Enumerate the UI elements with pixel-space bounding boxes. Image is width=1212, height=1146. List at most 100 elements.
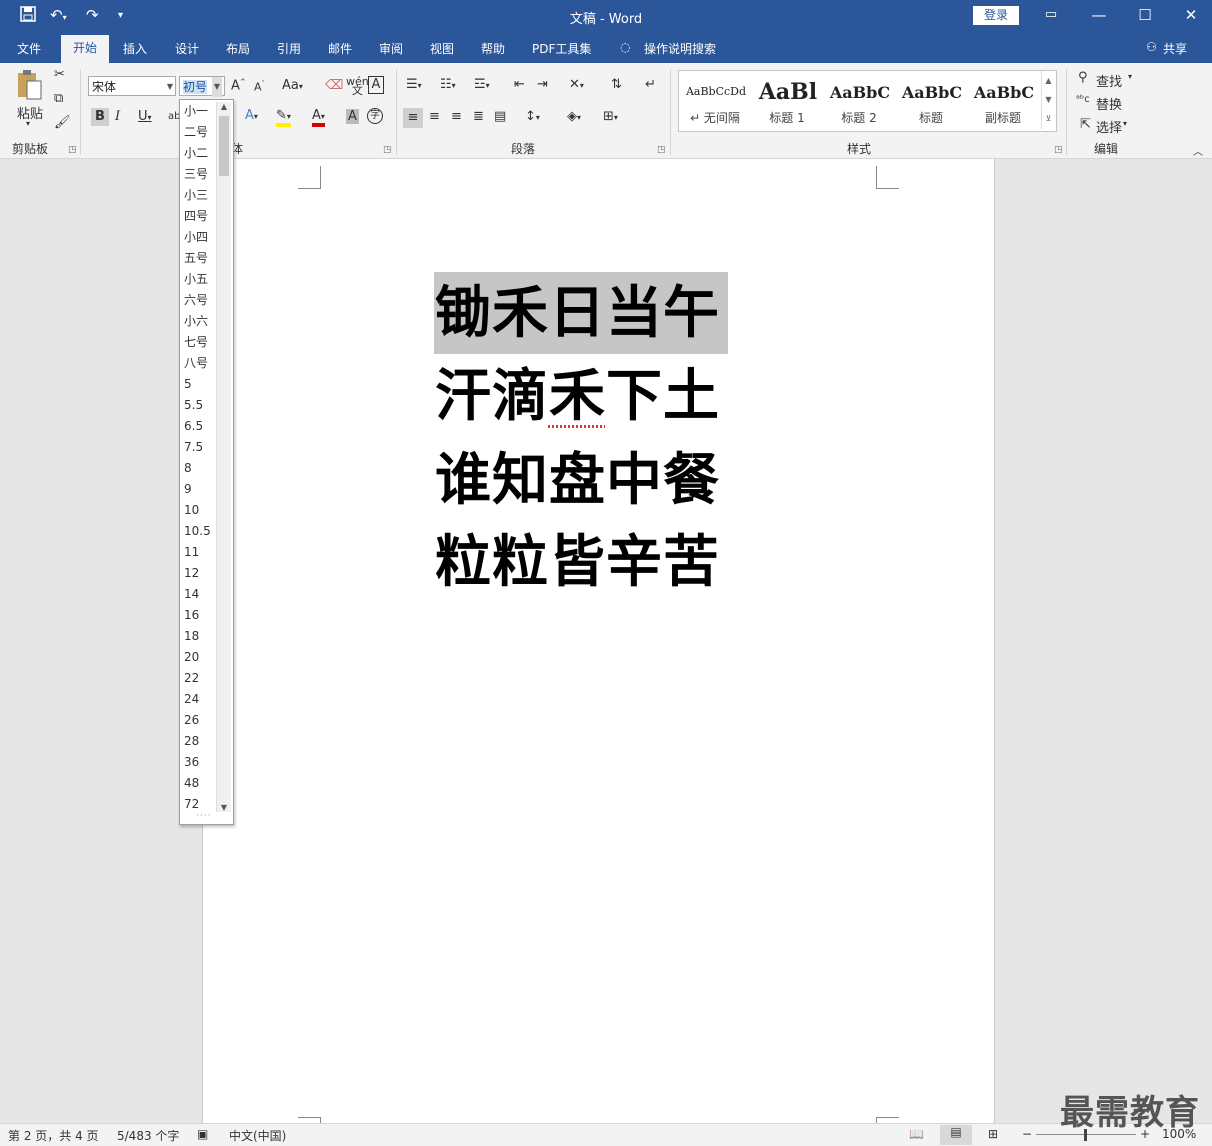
font-size-option[interactable]: 六号 <box>184 290 220 311</box>
font-size-option[interactable]: 26 <box>184 710 220 731</box>
chevron-down-icon[interactable]: ▾ <box>1123 119 1127 128</box>
font-size-option[interactable]: 三号 <box>184 164 220 185</box>
font-size-option[interactable]: 小一 <box>184 101 220 122</box>
font-size-dropdown[interactable]: 小一 二号 小二 三号 小三 四号 小四 五号 小五 六号 小六 七号 八号 5 5.5 6.5 7.5 8 9 10… <box>179 99 234 825</box>
find-icon[interactable]: ⚲ <box>1078 70 1088 85</box>
font-size-option[interactable]: 12 <box>184 563 220 584</box>
distributed-icon[interactable]: ▤ <box>494 109 506 124</box>
justify-icon[interactable]: ≣ <box>473 109 484 124</box>
collapse-ribbon-icon[interactable]: ︿ <box>1193 143 1203 158</box>
font-size-option[interactable]: 小六 <box>184 311 220 332</box>
tab-review[interactable]: 审阅 <box>379 40 403 57</box>
font-size-option[interactable]: 8 <box>184 458 220 479</box>
format-painter-icon[interactable]: 🖌 <box>54 115 71 130</box>
shrink-font-icon[interactable]: Aˇ <box>254 80 265 94</box>
underline-icon[interactable]: U▾ <box>138 109 152 124</box>
paste-dropdown-icon[interactable]: ▾ <box>26 119 30 128</box>
font-size-option[interactable]: 20 <box>184 647 220 668</box>
share-button[interactable]: 共享 <box>1163 40 1187 57</box>
login-button[interactable]: 登录 <box>973 6 1019 25</box>
style-title[interactable]: AaBbC 标题 <box>895 71 967 129</box>
italic-icon[interactable]: I <box>115 109 120 124</box>
page-indicator[interactable]: 第 2 页，共 4 页 <box>8 1127 99 1144</box>
clipboard-launcher-icon[interactable]: ◳ <box>68 145 77 155</box>
scrollbar-thumb[interactable] <box>219 116 229 176</box>
maximize-icon[interactable]: ☐ <box>1130 4 1160 28</box>
font-size-option[interactable]: 11 <box>184 542 220 563</box>
grow-font-icon[interactable]: A^ <box>231 78 246 93</box>
font-size-option[interactable]: 10 <box>184 500 220 521</box>
poem-line-2[interactable]: 汗滴禾下土 <box>435 356 720 436</box>
increase-indent-icon[interactable]: ⇥ <box>537 77 548 92</box>
gallery-expand-icon[interactable]: ⊻ <box>1042 109 1055 128</box>
poem-line-3[interactable]: 谁知盘中餐 <box>435 440 720 520</box>
font-size-option[interactable]: 14 <box>184 584 220 605</box>
find-button[interactable]: 查找 <box>1096 71 1122 90</box>
select-icon[interactable]: ⇱ <box>1080 117 1091 132</box>
font-size-option[interactable]: 6.5 <box>184 416 220 437</box>
word-count[interactable]: 5/483 个字 <box>117 1127 179 1144</box>
bullets-icon[interactable]: ☰▾ <box>406 77 422 92</box>
tab-design[interactable]: 设计 <box>175 40 199 57</box>
font-size-option[interactable]: 5.5 <box>184 395 220 416</box>
document-page[interactable]: 锄禾日当午 汗滴禾下土 谁知盘中餐 粒粒皆辛苦 <box>202 159 995 1140</box>
numbering-icon[interactable]: ☷▾ <box>440 77 456 92</box>
chevron-down-icon[interactable]: ▼ <box>212 77 222 97</box>
minimize-icon[interactable]: — <box>1084 4 1114 28</box>
tab-insert[interactable]: 插入 <box>123 40 147 57</box>
font-size-option[interactable]: 48 <box>184 773 220 794</box>
chevron-up-icon[interactable]: ▲ <box>1042 71 1055 90</box>
style-subtitle[interactable]: AaBbC 副标题 <box>967 71 1039 129</box>
select-button[interactable]: 选择 <box>1096 117 1122 136</box>
enclose-characters-icon[interactable]: 字 <box>367 108 383 124</box>
font-size-option[interactable]: 八号 <box>184 353 220 374</box>
replace-button[interactable]: 替换 <box>1096 94 1122 113</box>
bold-icon[interactable]: B <box>91 108 109 126</box>
borders-icon[interactable]: ⊞▾ <box>603 109 618 124</box>
show-marks-icon[interactable]: ↵ <box>645 77 656 92</box>
character-shading-icon[interactable]: A <box>346 109 359 124</box>
tab-mailings[interactable]: 邮件 <box>328 40 352 57</box>
font-name-box[interactable]: 宋体 ▼ <box>88 76 176 96</box>
proofing-icon[interactable]: ▣ <box>197 1127 208 1141</box>
dropdown-scrollbar[interactable]: ▲ ▼ <box>216 102 231 812</box>
font-size-option[interactable]: 22 <box>184 668 220 689</box>
text-effects-icon[interactable]: A▾ <box>245 108 258 123</box>
font-launcher-icon[interactable]: ◳ <box>383 145 392 155</box>
chinese-layout-icon[interactable]: ✕▾ <box>569 77 584 92</box>
font-size-option[interactable]: 小三 <box>184 185 220 206</box>
print-layout-icon[interactable]: ▤ <box>940 1125 972 1145</box>
ribbon-display-icon[interactable]: ▭ <box>1036 4 1066 28</box>
resize-grip-icon[interactable]: ···· <box>196 811 211 821</box>
align-center-icon[interactable]: ≡ <box>429 109 440 124</box>
style-heading-2[interactable]: AaBbC 标题 2 <box>823 71 895 129</box>
web-layout-icon[interactable]: ⊞ <box>988 1127 998 1141</box>
font-size-option[interactable]: 小二 <box>184 143 220 164</box>
cut-icon[interactable]: ✂ <box>54 67 65 82</box>
font-size-option[interactable]: 七号 <box>184 332 220 353</box>
read-mode-icon[interactable]: 📖 <box>909 1127 924 1141</box>
font-color-icon[interactable]: A▾ <box>312 108 325 127</box>
font-size-option[interactable]: 小四 <box>184 227 220 248</box>
font-size-option[interactable]: 16 <box>184 605 220 626</box>
font-size-option[interactable]: 10.5 <box>184 521 220 542</box>
font-size-option[interactable]: 五号 <box>184 248 220 269</box>
font-size-option[interactable]: 9 <box>184 479 220 500</box>
font-size-option[interactable]: 四号 <box>184 206 220 227</box>
multilevel-list-icon[interactable]: ☲▾ <box>474 77 490 92</box>
shading-icon[interactable]: ◈▾ <box>567 109 581 124</box>
tab-help[interactable]: 帮助 <box>481 40 505 57</box>
styles-launcher-icon[interactable]: ◳ <box>1054 145 1063 155</box>
font-size-option[interactable]: 18 <box>184 626 220 647</box>
tab-references[interactable]: 引用 <box>277 40 301 57</box>
poem-line-1[interactable]: 锄禾日当午 <box>435 273 720 353</box>
tab-home[interactable]: 开始 <box>61 35 109 63</box>
align-left-icon[interactable]: ≡ <box>403 108 423 128</box>
chevron-down-icon[interactable]: ▼ <box>1042 90 1055 109</box>
chevron-up-icon[interactable]: ▲ <box>217 102 231 111</box>
tab-view[interactable]: 视图 <box>430 40 454 57</box>
tab-pdf-tools[interactable]: PDF工具集 <box>532 40 591 57</box>
tab-file[interactable]: 文件 <box>17 40 41 57</box>
highlight-icon[interactable]: ✎▾ <box>276 108 291 127</box>
font-size-option[interactable]: 28 <box>184 731 220 752</box>
